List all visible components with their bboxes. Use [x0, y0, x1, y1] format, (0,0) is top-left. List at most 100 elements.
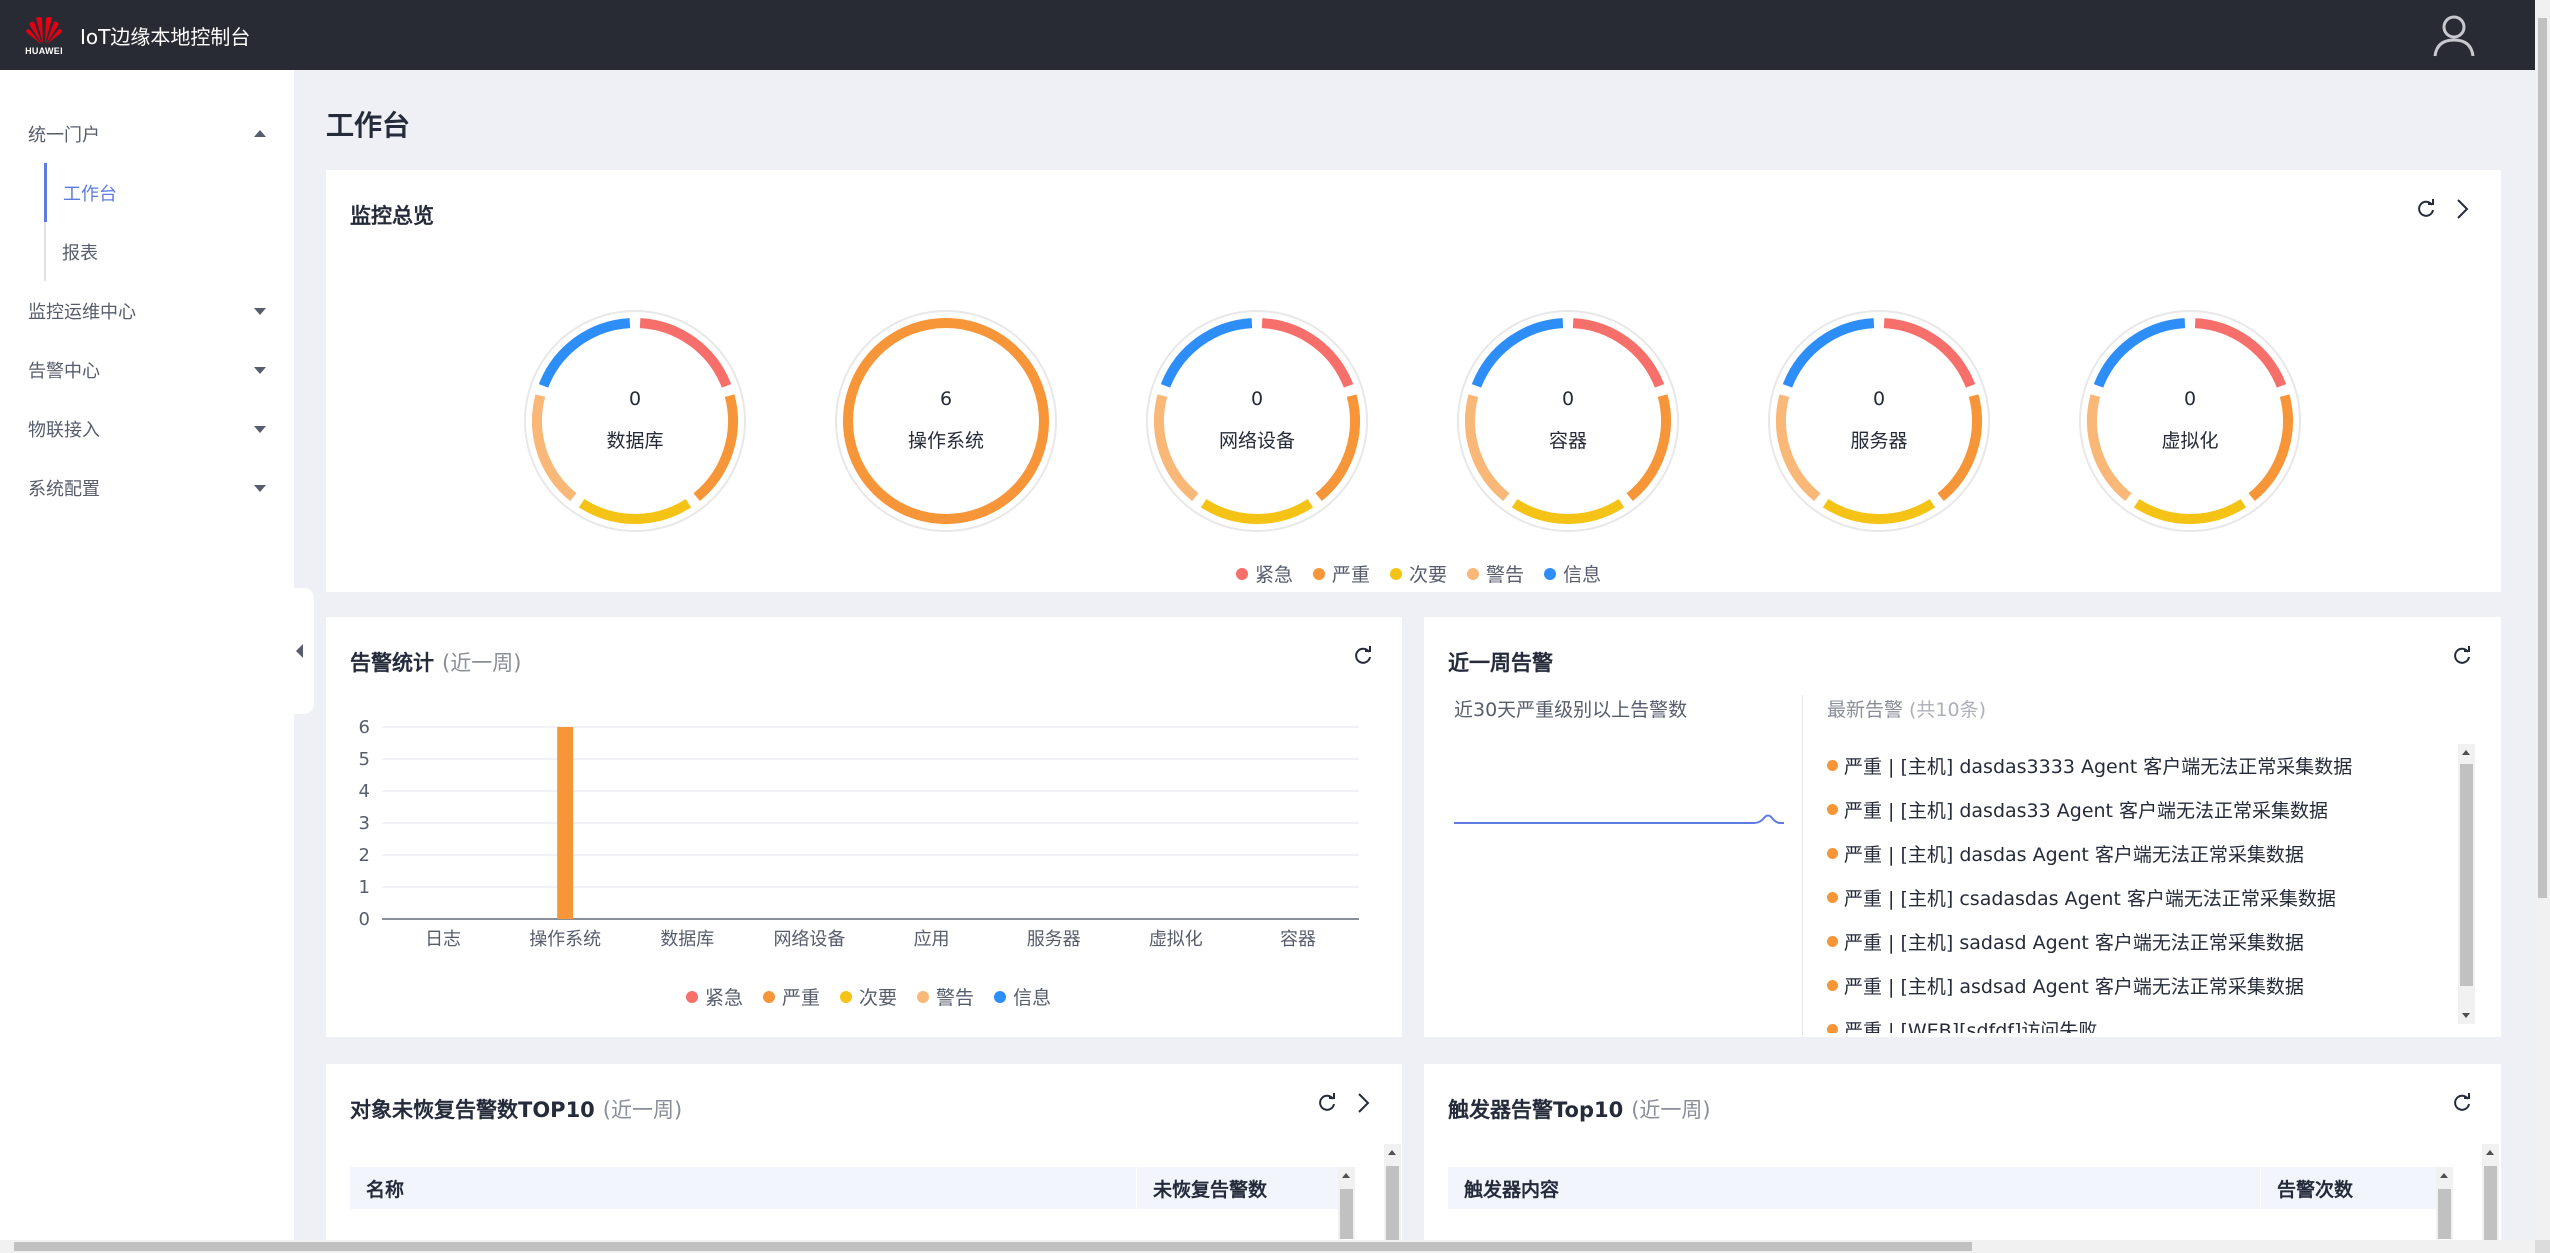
donut-segment — [639, 318, 732, 388]
severity-dot — [1827, 935, 1838, 947]
legend-item[interactable]: 紧急 — [686, 983, 743, 1010]
donut-segment — [2093, 318, 2186, 388]
sidebar-group-alarm-center[interactable]: 告警中心 — [0, 340, 294, 399]
donut-label: 服务器 — [1850, 430, 1908, 452]
legend-item[interactable]: 信息 — [1544, 560, 1601, 587]
donut-chart[interactable]: 0 虚拟化 — [2077, 308, 2303, 534]
alarm-list-item[interactable]: 严重 | [主机] asdsad Agent 客户端无法正常采集数据 — [1827, 963, 2467, 1007]
legend-dot — [686, 990, 698, 1003]
legend-item[interactable]: 严重 — [763, 983, 820, 1010]
scrollbar-thumb[interactable] — [2438, 1189, 2451, 1239]
alarm-stats-legend: 紧急 严重 次要 警告 信息 — [686, 983, 1051, 1010]
page-horizontal-scrollbar[interactable] — [0, 1240, 2535, 1253]
scroll-up-icon[interactable] — [2440, 1173, 2448, 1178]
donut-chart[interactable]: 0 容器 — [1455, 308, 1681, 534]
sidebar-item-workbench[interactable]: 工作台 — [44, 163, 294, 222]
scrollbar-thumb[interactable] — [1340, 1189, 1353, 1239]
donut-segment — [1471, 318, 1564, 388]
legend-item[interactable]: 紧急 — [1236, 560, 1293, 587]
legend-label: 警告 — [1486, 564, 1525, 586]
donut-label: 数据库 — [606, 430, 664, 452]
alarm-list-scrollbar[interactable] — [2458, 744, 2475, 1024]
sidebar-group-iot-access[interactable]: 物联接入 — [0, 399, 294, 458]
sidebar-item-reports[interactable]: 报表 — [44, 222, 294, 281]
latest-alarms-label: 最新告警 — [1827, 699, 1904, 721]
alarm-list-item[interactable]: 严重 | [主机] dasdas33 Agent 客户端无法正常采集数据 — [1827, 787, 2467, 831]
severity-dot — [1827, 1023, 1838, 1033]
alarm-text: 严重 | [主机] dasdas Agent 客户端无法正常采集数据 — [1844, 843, 2304, 866]
legend-item[interactable]: 次要 — [840, 983, 897, 1010]
legend-dot — [1313, 567, 1326, 580]
sidebar-group-label: 监控运维中心 — [28, 301, 136, 323]
donut-value: 0 — [1872, 388, 1886, 410]
x-tick-label: 数据库 — [660, 929, 714, 950]
scroll-up-icon[interactable] — [2462, 750, 2470, 755]
legend-label: 信息 — [1563, 564, 1602, 586]
sidebar-collapse-toggle[interactable] — [284, 588, 314, 714]
x-tick-label: 日志 — [425, 929, 461, 950]
donut-chart[interactable]: 0 网络设备 — [1144, 308, 1370, 534]
legend-item[interactable]: 次要 — [1390, 560, 1447, 587]
legend-dot — [1467, 567, 1480, 580]
scroll-up-icon[interactable] — [2486, 1150, 2494, 1155]
legend-item[interactable]: 警告 — [917, 983, 974, 1010]
card-scrollbar[interactable] — [2482, 1144, 2499, 1240]
legend-dot — [917, 990, 930, 1003]
legend-item[interactable]: 严重 — [1313, 560, 1370, 587]
card-scrollbar[interactable] — [1384, 1144, 1401, 1240]
donut-label: 操作系统 — [907, 430, 984, 452]
column-header-trigger-content[interactable]: 触发器内容 — [1448, 1167, 2260, 1209]
card-title: 近一周告警 — [1448, 647, 1553, 677]
column-header-name[interactable]: 名称 — [350, 1167, 1136, 1209]
alarm-list-item[interactable]: 严重 | [主机] sadasd Agent 客户端无法正常采集数据 — [1827, 919, 2467, 963]
sidebar-group-monitoring[interactable]: 监控运维中心 — [0, 281, 294, 340]
refresh-icon[interactable] — [2451, 1092, 2473, 1114]
huawei-logo: HUAWEI — [20, 7, 68, 63]
table-scrollbar[interactable] — [1338, 1167, 1355, 1239]
alarm-list-item[interactable]: 严重 | [WEB][sdfdf]访问失败 — [1827, 1007, 2467, 1033]
sidebar-group-label: 告警中心 — [28, 360, 100, 382]
refresh-icon[interactable] — [2451, 645, 2473, 667]
alarm-list-item[interactable]: 严重 | [主机] dasdas Agent 客户端无法正常采集数据 — [1827, 831, 2467, 875]
scrollbar-thumb[interactable] — [2484, 1166, 2497, 1240]
column-header-unrecovered[interactable]: 未恢复告警数 — [1136, 1167, 1350, 1209]
legend-item[interactable]: 信息 — [994, 983, 1051, 1010]
trigger-top10-card: 触发器告警Top10 (近一周) 触发器内容 告警次数 — [1424, 1064, 2501, 1253]
table-header: 触发器内容 告警次数 — [1448, 1167, 2448, 1209]
column-header-alarm-count[interactable]: 告警次数 — [2260, 1167, 2448, 1209]
scroll-down-icon[interactable] — [2462, 1013, 2470, 1018]
donut-segment — [1261, 318, 1354, 388]
latest-alarms-title: 最新告警 (共10条) — [1827, 695, 1986, 722]
donut-chart[interactable]: 6 操作系统 — [833, 308, 1059, 534]
scroll-up-icon[interactable] — [1342, 1173, 1350, 1178]
scroll-up-icon[interactable] — [1388, 1150, 1396, 1155]
donut-ring — [2079, 310, 2301, 532]
legend-dot — [1544, 567, 1557, 580]
scrollbar-thumb[interactable] — [14, 1242, 1972, 1251]
legend-label: 紧急 — [1255, 564, 1294, 586]
sidebar-group-system-config[interactable]: 系统配置 — [0, 458, 294, 517]
legend-dot — [763, 990, 776, 1003]
page-vertical-scrollbar[interactable] — [2535, 0, 2550, 1240]
chevron-down-icon — [254, 307, 266, 315]
scrollbar-thumb[interactable] — [2538, 18, 2547, 898]
chevron-up-icon — [254, 129, 266, 137]
legend-item[interactable]: 警告 — [1467, 560, 1524, 587]
scrollbar-thumb[interactable] — [2460, 764, 2473, 986]
sparkline — [1454, 814, 1784, 824]
alarm-list-item[interactable]: 严重 | [主机] dasdas3333 Agent 客户端无法正常采集数据 — [1827, 743, 2467, 787]
scrollbar-thumb[interactable] — [1386, 1166, 1399, 1240]
donut-chart[interactable]: 0 数据库 — [522, 308, 748, 534]
donut-segment — [2133, 498, 2247, 524]
chevron-right-icon[interactable] — [1352, 1092, 1374, 1114]
chevron-down-icon — [254, 484, 266, 492]
user-icon[interactable] — [2431, 12, 2477, 58]
table-scrollbar[interactable] — [2436, 1167, 2453, 1239]
donut-chart[interactable]: 0 服务器 — [1766, 308, 1992, 534]
refresh-icon[interactable] — [1316, 1092, 1338, 1114]
sidebar-group-portal[interactable]: 统一门户 — [0, 104, 294, 163]
alarm-list-item[interactable]: 严重 | [主机] csadasdas Agent 客户端无法正常采集数据 — [1827, 875, 2467, 919]
donut-outer-ring — [1768, 310, 1990, 532]
chevron-down-icon — [254, 425, 266, 433]
alarm-stats-chart: 0 1 2 3 4 5 6 日志 操作系统 数据库 网络设备 应用 服务器 虚拟化 容器 — [359, 717, 1359, 950]
